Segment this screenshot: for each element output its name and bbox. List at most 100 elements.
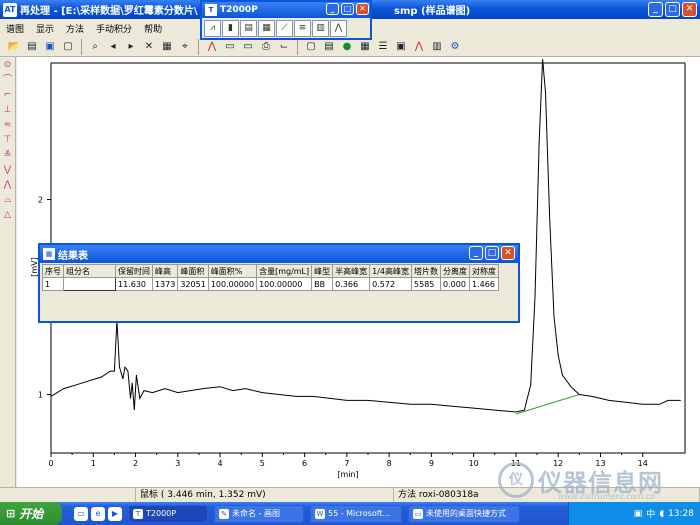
tangent-icon[interactable]: ⊤ [1, 134, 14, 147]
zoom-icon[interactable]: ⌕ [87, 39, 103, 55]
col-resolution[interactable]: 分离度 [440, 264, 471, 278]
table-icon[interactable]: ▥ [312, 20, 329, 37]
x-tick-label: 3 [175, 459, 180, 468]
col-half-width[interactable]: 半高峰宽 [332, 264, 371, 278]
menu-display[interactable]: 显示 [34, 21, 56, 36]
frame-icon[interactable]: ▢ [303, 39, 319, 55]
peak-icon[interactable]: ⋀ [330, 20, 347, 37]
cell-resolution: 0.000 [440, 277, 471, 291]
split-peak-icon[interactable]: ⊥ [1, 104, 14, 117]
result-close-button[interactable]: ✕ [501, 246, 515, 260]
valley-icon[interactable]: ⋁ [1, 164, 14, 177]
result-minimize-button[interactable]: _ [469, 246, 483, 260]
col-retention-time[interactable]: 保留时间 [115, 264, 153, 278]
calibration-icon[interactable]: ⟋ [276, 20, 293, 37]
col-plates[interactable]: 塔片数 [411, 264, 442, 278]
media-icon[interactable]: ▶ [108, 506, 122, 521]
windows-flag-icon: ⊞ [6, 507, 16, 520]
peak-start-icon[interactable]: ⌒ [1, 74, 14, 87]
integration-icon[interactable]: ⌙ [276, 39, 292, 55]
menu-method[interactable]: 方法 [64, 21, 86, 36]
cell-name[interactable] [63, 277, 116, 291]
col-quarter-width[interactable]: 1/4高峰宽 [369, 264, 413, 278]
t2000p-minimize-button[interactable]: _ [326, 3, 339, 15]
menu-manual-integration[interactable]: 手动积分 [94, 21, 134, 36]
menu-spectrum[interactable]: 谱图 [4, 21, 26, 36]
close-button[interactable]: ✕ [682, 2, 697, 17]
col-area-percent[interactable]: 峰面积% [207, 264, 258, 278]
task-word[interactable]: W 55 - Microsoft... [310, 504, 402, 523]
method-label: 方法 [398, 489, 417, 500]
minimize-button[interactable]: _ [648, 2, 663, 17]
col-peak-height[interactable]: 峰高 [151, 264, 179, 278]
settings-icon[interactable]: ⚙ [447, 39, 463, 55]
table-view-icon[interactable]: ▦ [159, 39, 175, 55]
peak-end-icon[interactable]: ⌐ [1, 89, 14, 102]
report-icon[interactable]: ▦ [258, 20, 275, 37]
col-index[interactable]: 序号 [42, 264, 64, 278]
task-desktop-shortcuts[interactable]: ▭ 未使用的桌面快捷方式 [408, 504, 520, 523]
open-folder-icon[interactable]: 📂 [6, 39, 22, 55]
result-maximize-button[interactable]: □ [485, 246, 499, 260]
delete-peak-icon[interactable]: ⌓ [1, 194, 14, 207]
task-t2000p[interactable]: T T2000P [128, 504, 208, 523]
t2000p-maximize-button[interactable]: □ [341, 3, 354, 15]
task-paint[interactable]: ✎ 未命名 - 画图 [214, 504, 304, 523]
maximize-button[interactable]: □ [665, 2, 680, 17]
volume-icon[interactable]: ◖ [659, 509, 664, 519]
col-peak-area[interactable]: 峰面积 [177, 264, 209, 278]
print-preview-icon[interactable]: ▢ [60, 39, 76, 55]
t2000p-title-bar[interactable]: T T2000P _ □ ✕ [202, 2, 370, 18]
merge-peak-icon[interactable]: ≚ [1, 149, 14, 162]
window-title-tail: smp (样品谱图) [394, 6, 471, 17]
cell-symmetry: 1.466 [469, 277, 500, 291]
x-axis-label: [min] [337, 470, 358, 479]
stop-icon[interactable]: ⊙ [1, 59, 14, 72]
col-name[interactable]: 组分名 [63, 264, 116, 278]
acquisition-icon[interactable]: ▮ [222, 20, 239, 37]
ime-indicator[interactable]: 中 [646, 507, 655, 520]
grid-icon[interactable]: ▦ [357, 39, 373, 55]
cell-area-percent: 100.00000 [207, 277, 258, 291]
open-file-icon[interactable]: ▤ [24, 39, 40, 55]
spreadsheet-icon[interactable]: ▥ [429, 39, 445, 55]
list-icon[interactable]: ☰ [375, 39, 391, 55]
save-icon[interactable]: ▣ [42, 39, 58, 55]
x-tick-label: 7 [344, 459, 349, 468]
result-title-bar[interactable]: ▦ 结果表 _ □ ✕ [40, 245, 518, 263]
delete-icon[interactable]: ✕ [141, 39, 157, 55]
t2000p-close-button[interactable]: ✕ [356, 3, 369, 15]
x-tick-label: 1 [91, 459, 96, 468]
col-symmetry[interactable]: 对称度 [469, 264, 500, 278]
add-peak-icon[interactable]: ⋀ [1, 179, 14, 192]
color-icon[interactable]: ● [339, 39, 355, 55]
col-content[interactable]: 含量[mg/mL] [256, 264, 313, 278]
network-icon[interactable]: ▣ [634, 509, 643, 519]
manual-peak-icon[interactable]: △ [1, 209, 14, 222]
peak-mark-icon[interactable]: ⋀ [204, 39, 220, 55]
show-desktop-icon[interactable]: ▭ [74, 506, 88, 521]
col-peak-type[interactable]: 峰型 [311, 264, 334, 278]
print-icon[interactable]: ⎙ [258, 39, 274, 55]
find-peak-icon[interactable]: ⌖ [177, 39, 193, 55]
baseline-icon[interactable]: ≂ [1, 119, 14, 132]
cell-content: 100.00000 [256, 277, 313, 291]
window-2-icon[interactable]: ▭ [240, 39, 256, 55]
start-label: 开始 [19, 507, 44, 521]
cursor-value: ( 3.446 min, 1.352 mV) [160, 489, 266, 500]
chromatogram-view-icon[interactable]: ⩘ [204, 20, 221, 37]
table-row[interactable]: 1 11.630 1373 32051 100.00000 100.00000 … [42, 277, 500, 291]
layers-icon[interactable]: ▤ [321, 39, 337, 55]
x-tick-label: 4 [218, 459, 223, 468]
stamp-icon[interactable]: ▣ [393, 39, 409, 55]
method-icon[interactable]: ≡ [294, 20, 311, 37]
method-value: roxi-080318a [418, 489, 479, 500]
menu-help[interactable]: 帮助 [142, 21, 164, 36]
browser-icon[interactable]: e [91, 506, 105, 521]
chart-peak-icon[interactable]: ⋀ [411, 39, 427, 55]
start-button[interactable]: ⊞ 开始 [0, 502, 62, 525]
back-icon[interactable]: ◂ [105, 39, 121, 55]
reprocess-icon[interactable]: ▤ [240, 20, 257, 37]
forward-icon[interactable]: ▸ [123, 39, 139, 55]
window-1-icon[interactable]: ▭ [222, 39, 238, 55]
